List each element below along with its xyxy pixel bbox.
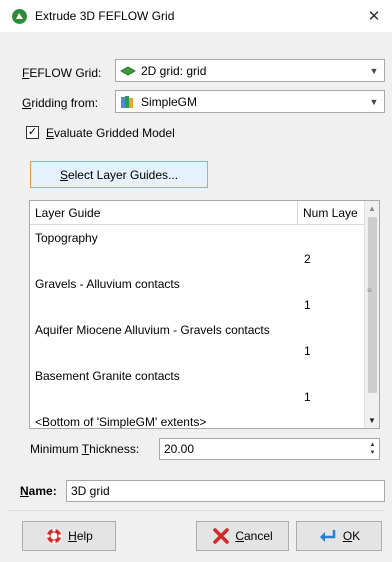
- name-input[interactable]: 3D grid: [66, 480, 385, 502]
- layer-guide-name: Basement Granite contacts: [35, 369, 180, 383]
- geological-model-icon: [120, 95, 136, 109]
- name-label: Name:: [20, 484, 57, 498]
- column-header-num-layers[interactable]: Num Laye: [298, 201, 366, 224]
- app-icon: [12, 8, 27, 24]
- table-row[interactable]: <Bottom of 'SimpleGM' extents>: [30, 410, 366, 429]
- feflow-grid-icon: [120, 66, 136, 76]
- scrollbar-thumb[interactable]: [368, 217, 377, 393]
- vertical-scrollbar[interactable]: ▲ ≡ ▼: [364, 201, 379, 428]
- layer-guide-name: Aquifer Miocene Alluvium - Gravels conta…: [35, 323, 270, 337]
- name-input-value: 3D grid: [71, 484, 110, 498]
- table-row[interactable]: Gravels - Alluvium contacts 1: [30, 272, 366, 318]
- chevron-down-icon[interactable]: ▼: [364, 91, 384, 112]
- cancel-button[interactable]: Cancel: [196, 521, 289, 551]
- gridding-from-select[interactable]: SimpleGM ▼: [115, 90, 385, 113]
- ok-button[interactable]: OK: [296, 521, 382, 551]
- evaluate-gridded-model-checkbox[interactable]: ✓: [26, 126, 39, 139]
- feflow-grid-value: 2D grid: grid: [141, 63, 207, 78]
- feflow-grid-select[interactable]: 2D grid: grid ▼: [115, 59, 385, 82]
- feflow-grid-label: FEFLOW Grid:: [22, 66, 102, 80]
- cancel-icon: [212, 527, 230, 545]
- table-row[interactable]: Topography 2: [30, 226, 366, 272]
- num-layers-value[interactable]: 1: [304, 390, 311, 404]
- layer-guide-name: <Bottom of 'SimpleGM' extents>: [35, 415, 207, 429]
- minimum-thickness-label: Minimum Thickness:: [30, 442, 140, 456]
- layer-guide-name: Gravels - Alluvium contacts: [35, 277, 180, 291]
- scroll-grip-icon: ≡: [367, 286, 372, 295]
- chevron-down-icon[interactable]: ▼: [364, 60, 384, 81]
- num-layers-value[interactable]: 1: [304, 298, 311, 312]
- table-body: Topography 2 Gravels - Alluvium contacts…: [30, 226, 366, 429]
- layer-guide-name: Topography: [35, 231, 98, 245]
- close-icon[interactable]: ✕: [362, 4, 386, 28]
- footer-divider: [8, 510, 384, 511]
- title-bar: Extrude 3D FEFLOW Grid ✕: [0, 0, 392, 32]
- column-header-layer-guide[interactable]: Layer Guide: [30, 201, 298, 224]
- num-layers-value[interactable]: 2: [304, 252, 311, 266]
- spin-arrows-icon[interactable]: ▲ ▼: [366, 439, 379, 459]
- table-row[interactable]: Aquifer Miocene Alluvium - Gravels conta…: [30, 318, 366, 364]
- ok-arrow-icon: [318, 528, 338, 544]
- window-title: Extrude 3D FEFLOW Grid: [35, 9, 175, 23]
- gridding-from-value: SimpleGM: [141, 94, 198, 109]
- help-icon: [45, 527, 63, 545]
- select-layer-guides-button[interactable]: Select Layer Guides...: [30, 161, 208, 188]
- num-layers-value[interactable]: 1: [304, 344, 311, 358]
- gridding-from-label: Gridding from:: [22, 96, 99, 110]
- table-header: Layer Guide Num Laye: [30, 201, 366, 225]
- scroll-down-icon[interactable]: ▼: [365, 413, 379, 428]
- table-row[interactable]: Basement Granite contacts 1: [30, 364, 366, 410]
- layer-guides-table[interactable]: Layer Guide Num Laye Topography 2 Gravel…: [29, 200, 380, 429]
- minimum-thickness-value[interactable]: 20.00: [164, 442, 194, 456]
- scroll-up-icon[interactable]: ▲: [365, 201, 379, 216]
- minimum-thickness-spinbox[interactable]: 20.00 ▲ ▼: [159, 438, 380, 460]
- evaluate-gridded-model-label[interactable]: Evaluate Gridded Model: [46, 126, 175, 140]
- help-button[interactable]: Help: [22, 521, 116, 551]
